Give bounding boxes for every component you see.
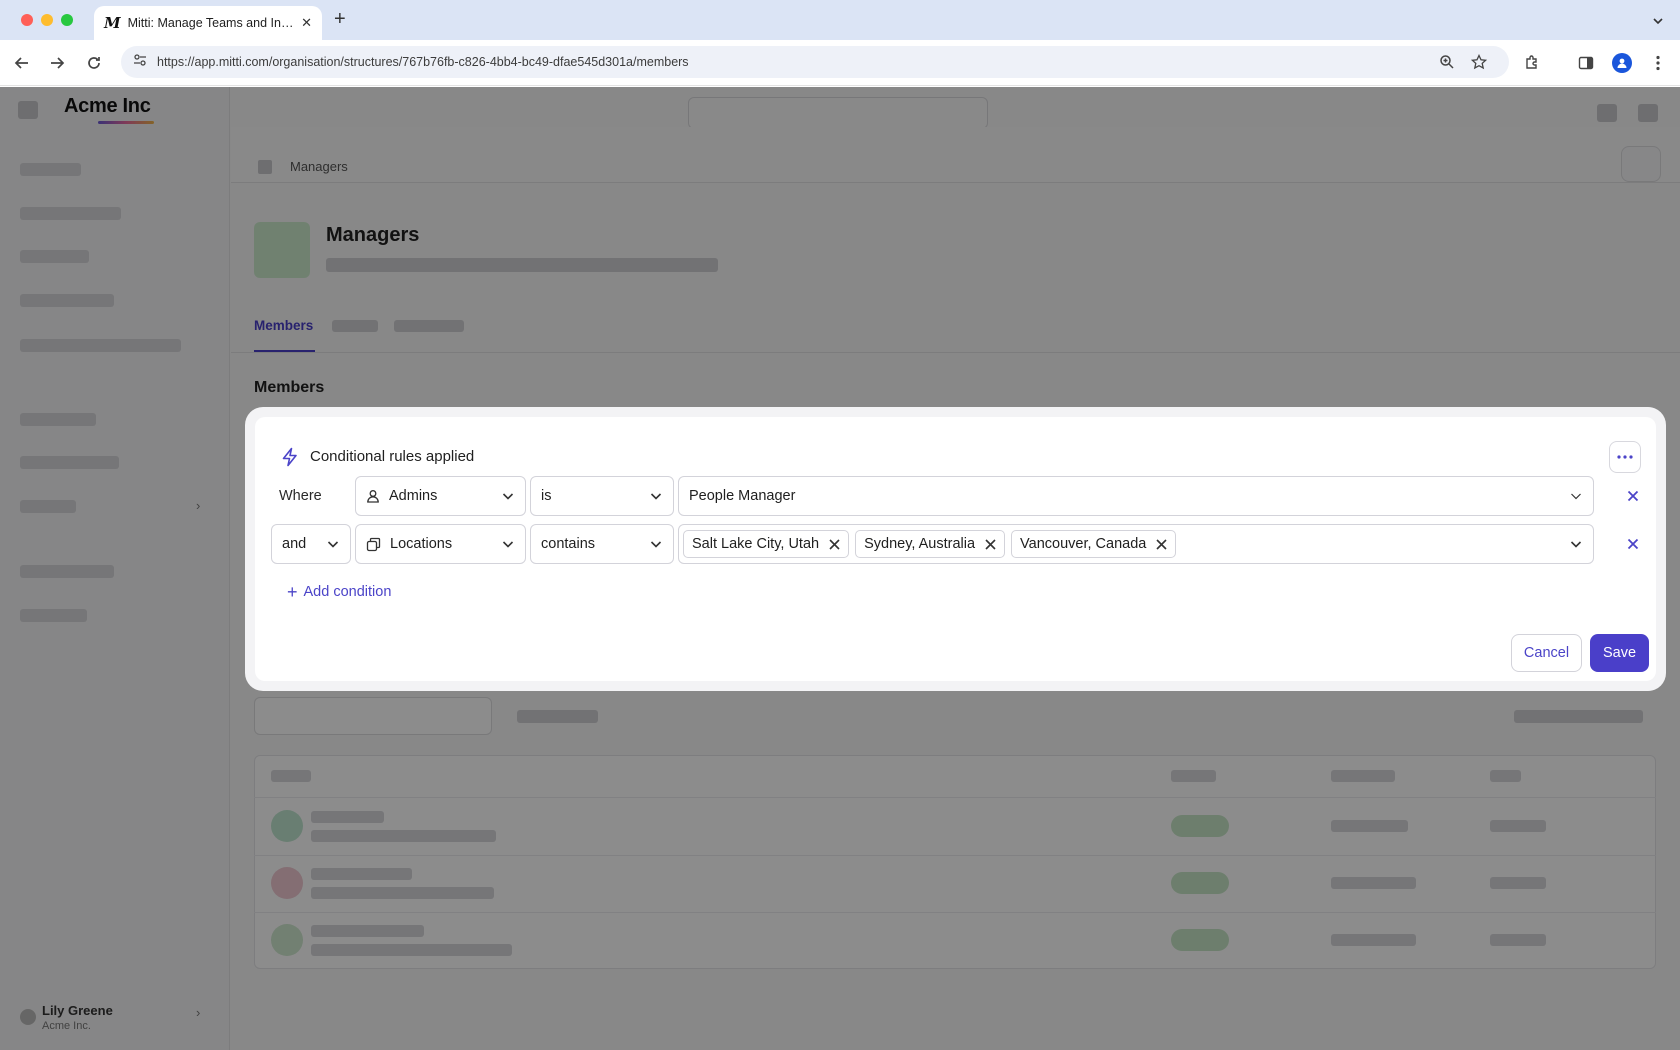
- chevron-down-icon: [649, 537, 663, 555]
- tab-search-chevron-icon[interactable]: [1646, 9, 1670, 33]
- chip-label: Salt Lake City, Utah: [692, 536, 820, 552]
- rule-field-select[interactable]: Admins: [355, 476, 526, 516]
- browser-menu-icon[interactable]: [1646, 51, 1670, 75]
- rule-operator-select[interactable]: is: [530, 476, 674, 516]
- chevron-down-icon: [1569, 537, 1583, 555]
- rule-operator-select[interactable]: contains: [530, 524, 674, 564]
- value-chip: Vancouver, Canada: [1011, 530, 1177, 558]
- add-condition-button[interactable]: + Add condition: [287, 582, 392, 602]
- chip-remove-icon[interactable]: [1156, 538, 1167, 550]
- remove-rule-icon[interactable]: [1623, 534, 1643, 554]
- chevron-down-icon: [1569, 489, 1583, 507]
- rule-operator-value: contains: [541, 536, 596, 552]
- save-button[interactable]: Save: [1590, 634, 1649, 672]
- rule-connector-value: and: [282, 536, 307, 552]
- conditional-rules-modal: Conditional rules applied Where Admins i…: [245, 407, 1666, 691]
- chevron-down-icon: [501, 537, 515, 555]
- url-text: https://app.mitti.com/organisation/struc…: [157, 55, 689, 69]
- chevron-down-icon: [501, 489, 515, 507]
- browser-tab-bar: M Mitti: Manage Teams and Inspect... ✕ +: [0, 0, 1680, 40]
- browser-toolbar: https://app.mitti.com/organisation/struc…: [0, 40, 1680, 86]
- lightning-icon: [281, 447, 299, 472]
- rule-field-select[interactable]: Locations: [355, 524, 526, 564]
- modal-panel: Conditional rules applied Where Admins i…: [255, 417, 1656, 681]
- chevron-down-icon: [326, 537, 340, 555]
- user-icon: [366, 489, 380, 503]
- plus-icon: +: [287, 582, 298, 602]
- rule-connector-select[interactable]: and: [271, 524, 351, 564]
- side-panel-icon[interactable]: [1574, 51, 1598, 75]
- forward-icon[interactable]: [45, 51, 69, 75]
- extensions-icon[interactable]: [1520, 51, 1544, 75]
- rule-value: People Manager: [689, 488, 796, 504]
- rule-value-multiselect[interactable]: Salt Lake City, Utah Sydney, Australia V…: [678, 524, 1594, 564]
- window-maximize-button[interactable]: [61, 14, 73, 26]
- value-chip: Sydney, Australia: [855, 530, 1006, 558]
- modal-title: Conditional rules applied: [310, 448, 475, 465]
- rule-field-value: Admins: [389, 488, 438, 504]
- rule-connector-where: Where: [279, 488, 322, 504]
- chip-remove-icon[interactable]: [829, 538, 840, 550]
- chevron-down-icon: [649, 489, 663, 507]
- chip-label: Sydney, Australia: [864, 536, 976, 552]
- bookmark-star-icon[interactable]: [1471, 46, 1487, 78]
- remove-rule-icon[interactable]: [1623, 486, 1643, 506]
- add-condition-label: Add condition: [303, 584, 392, 600]
- zoom-icon[interactable]: [1439, 46, 1455, 78]
- profile-avatar-icon[interactable]: [1610, 51, 1634, 75]
- window-minimize-button[interactable]: [41, 14, 53, 26]
- rule-field-value: Locations: [390, 536, 453, 552]
- back-icon[interactable]: [10, 51, 34, 75]
- window-close-button[interactable]: [21, 14, 33, 26]
- new-tab-icon[interactable]: +: [334, 8, 346, 31]
- cancel-button[interactable]: Cancel: [1511, 634, 1582, 672]
- tab-close-icon[interactable]: ✕: [301, 15, 312, 31]
- rule-value-select[interactable]: People Manager: [678, 476, 1594, 516]
- rule-operator-value: is: [541, 488, 552, 504]
- locations-icon: [366, 537, 381, 552]
- address-bar[interactable]: https://app.mitti.com/organisation/struc…: [121, 46, 1509, 78]
- browser-tab[interactable]: M Mitti: Manage Teams and Inspect... ✕: [94, 6, 322, 40]
- reload-icon[interactable]: [82, 51, 106, 75]
- chip-label: Vancouver, Canada: [1020, 536, 1147, 552]
- mitti-favicon-icon: M: [104, 14, 121, 32]
- more-options-button[interactable]: [1609, 441, 1641, 473]
- tab-title: Mitti: Manage Teams and Inspect...: [127, 16, 295, 30]
- site-settings-icon[interactable]: [133, 53, 147, 72]
- value-chip: Salt Lake City, Utah: [683, 530, 850, 558]
- chip-remove-icon[interactable]: [985, 538, 996, 550]
